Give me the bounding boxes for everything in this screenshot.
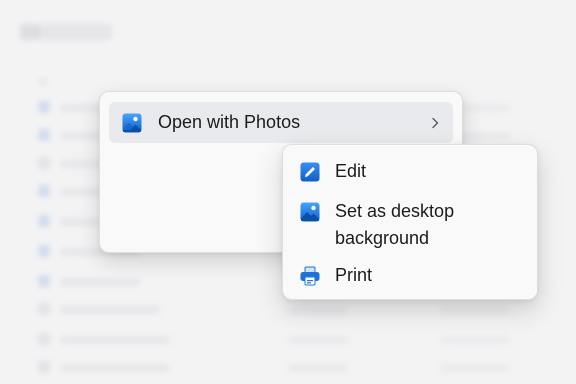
print-label: Print (335, 265, 373, 285)
set-as-desktop-background-label: Set as desktop background (335, 201, 455, 248)
set-as-desktop-background-item[interactable]: Set as desktop background (289, 197, 531, 255)
photos-submenu: Edit Set as desktop background Print (282, 144, 538, 300)
print-item[interactable]: Print (289, 261, 531, 291)
background-row (38, 78, 48, 86)
picture-icon (300, 202, 320, 222)
background-window-title (20, 24, 112, 40)
printer-icon (300, 266, 320, 286)
edit-pen-icon (300, 162, 320, 182)
photos-icon (122, 113, 142, 133)
edit-label: Edit (335, 161, 367, 181)
chevron-right-icon (428, 116, 442, 130)
open-with-photos-item[interactable]: Open with Photos (109, 102, 453, 143)
edit-item[interactable]: Edit (289, 157, 531, 187)
open-with-photos-label: Open with Photos (158, 112, 301, 132)
